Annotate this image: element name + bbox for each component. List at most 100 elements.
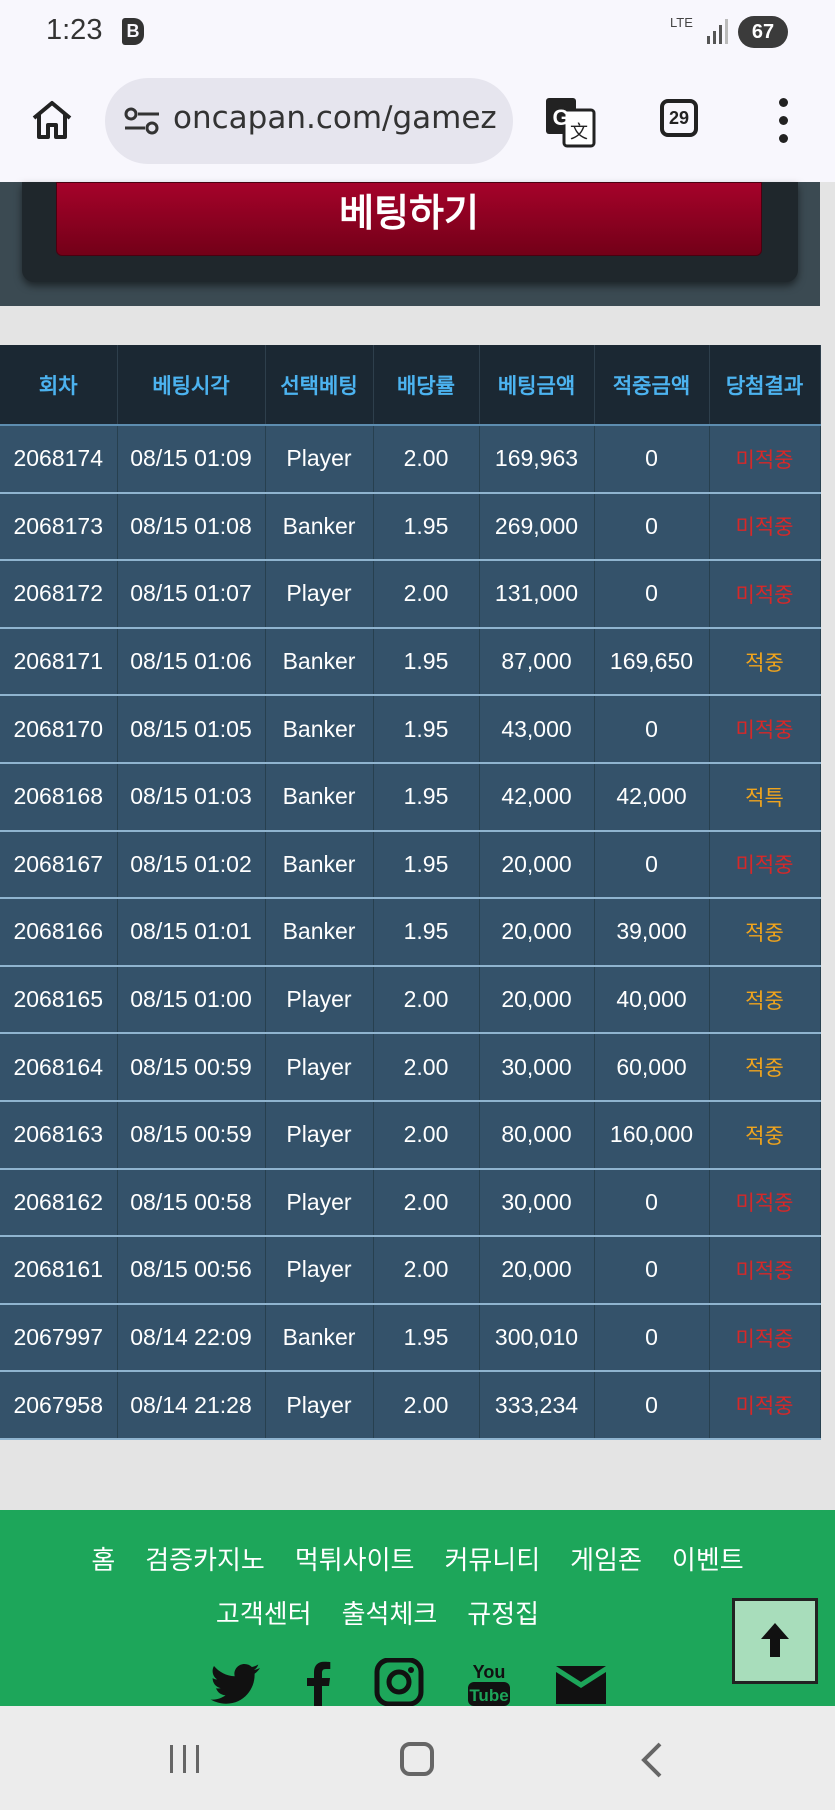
status-time: 1:23 — [46, 14, 103, 46]
system-home-icon[interactable] — [400, 1742, 434, 1776]
cell-bet-choice: Banker — [265, 1303, 374, 1373]
twitter-icon[interactable] — [210, 1658, 264, 1706]
column-header-round: 회차 — [0, 345, 118, 426]
cell-odds: 1.95 — [373, 830, 480, 900]
cell-bet-amount: 30,000 — [479, 1033, 595, 1102]
cell-odds: 2.00 — [373, 1100, 480, 1170]
cell-bet-time: 08/15 00:56 — [117, 1236, 266, 1305]
cell-odds: 1.95 — [373, 695, 480, 764]
email-icon[interactable] — [554, 1658, 608, 1706]
footer-nav-row1: 홈 검증카지노 먹튀사이트 커뮤니티 게임존 이벤트 — [0, 1540, 835, 1577]
column-header-result: 당첨결과 — [709, 345, 821, 426]
cell-bet-choice: Player — [265, 1100, 374, 1170]
cell-bet-choice: Banker — [265, 830, 374, 900]
cell-bet-choice: Player — [265, 1033, 374, 1102]
arrow-up-icon — [761, 1623, 789, 1657]
cell-round: 2068171 — [0, 627, 118, 697]
cell-odds: 2.00 — [373, 1033, 480, 1102]
footer-link[interactable]: 검증카지노 — [145, 1540, 265, 1577]
cell-odds: 1.95 — [373, 1303, 480, 1373]
table-row: 2068164 08/15 00:59 Player 2.00 30,000 60,000… — [0, 1033, 821, 1102]
column-header-bet-amount: 베팅금액 — [479, 345, 595, 426]
cell-round: 2067958 — [0, 1371, 118, 1440]
cell-odds: 2.00 — [373, 965, 480, 1035]
cell-bet-time: 08/15 01:08 — [117, 492, 266, 562]
cell-bet-time: 08/14 22:09 — [117, 1303, 266, 1373]
cell-bet-time: 08/15 00:58 — [117, 1168, 266, 1238]
cell-bet-time: 08/15 00:59 — [117, 1100, 266, 1170]
cell-bet-time: 08/15 01:09 — [117, 425, 266, 494]
cell-bet-amount: 269,000 — [479, 492, 595, 562]
system-navigation-bar — [0, 1706, 835, 1810]
cell-bet-amount: 42,000 — [479, 762, 595, 832]
column-header-bet-choice: 선택베팅 — [265, 345, 374, 426]
cell-win-amount: 40,000 — [594, 965, 710, 1035]
cell-round: 2067997 — [0, 1303, 118, 1373]
home-icon[interactable] — [30, 98, 74, 142]
tab-switcher-button[interactable]: 29 — [660, 99, 698, 137]
back-icon[interactable] — [640, 1742, 664, 1778]
site-settings-icon[interactable] — [123, 106, 161, 136]
table-row: 2067958 08/14 21:28 Player 2.00 333,234 0 미적중 — [0, 1371, 821, 1440]
cell-bet-amount: 300,010 — [479, 1303, 595, 1373]
cell-bet-choice: Player — [265, 1168, 374, 1238]
footer-link[interactable]: 고객센터 — [216, 1594, 312, 1631]
url-bar[interactable]: oncapan.com/gamez — [105, 78, 513, 164]
status-bar: 1:23 B LTE 67 — [0, 0, 835, 66]
footer-link[interactable]: 커뮤니티 — [444, 1540, 540, 1577]
cell-bet-amount: 30,000 — [479, 1168, 595, 1238]
cell-bet-time: 08/15 01:02 — [117, 830, 266, 900]
cell-result: 적중 — [709, 965, 821, 1035]
cell-bet-amount: 169,963 — [479, 425, 595, 494]
app-badge-icon: B — [122, 18, 144, 45]
scroll-to-top-button[interactable] — [732, 1598, 818, 1684]
cell-bet-choice: Player — [265, 560, 374, 629]
footer-link[interactable]: 이벤트 — [672, 1540, 744, 1577]
table-row: 2068161 08/15 00:56 Player 2.00 20,000 0 미적중 — [0, 1236, 821, 1305]
instagram-icon[interactable] — [372, 1658, 426, 1706]
url-text[interactable]: oncapan.com/gamez — [173, 100, 497, 136]
cell-result: 미적중 — [709, 560, 821, 629]
table-header-row: 회차 베팅시각 선택베팅 배당률 베팅금액 적중금액 당첨결과 — [0, 345, 821, 426]
bet-history-table: 회차 베팅시각 선택베팅 배당률 베팅금액 적중금액 당첨결과 2068174 08/15 0… — [0, 345, 821, 1440]
footer-link[interactable]: 게임존 — [570, 1540, 642, 1577]
cell-win-amount: 0 — [594, 1236, 710, 1305]
facebook-icon[interactable] — [292, 1658, 346, 1706]
cell-round: 2068164 — [0, 1033, 118, 1102]
cell-odds: 2.00 — [373, 1371, 480, 1440]
table-row: 2068171 08/15 01:06 Banker 1.95 87,000 169,65… — [0, 627, 821, 697]
cell-win-amount: 0 — [594, 830, 710, 900]
table-row: 2068172 08/15 01:07 Player 2.00 131,000 0 미적중 — [0, 560, 821, 629]
footer-link[interactable]: 출석체크 — [342, 1594, 438, 1631]
cell-win-amount: 0 — [594, 1303, 710, 1373]
cell-bet-amount: 87,000 — [479, 627, 595, 697]
svg-text:You: You — [473, 1662, 506, 1682]
footer: 홈 검증카지노 먹튀사이트 커뮤니티 게임존 이벤트 고객센터 출석체크 규정집 You Tu… — [0, 1510, 835, 1706]
cell-result: 미적중 — [709, 1303, 821, 1373]
recent-apps-icon[interactable] — [168, 1744, 202, 1774]
column-header-win-amount: 적중금액 — [594, 345, 710, 426]
cell-round: 2068168 — [0, 762, 118, 832]
cell-win-amount: 0 — [594, 695, 710, 764]
cell-result: 미적중 — [709, 425, 821, 494]
browser-toolbar: oncapan.com/gamez G 文 29 — [0, 66, 835, 182]
cell-round: 2068166 — [0, 898, 118, 967]
table-row: 2068167 08/15 01:02 Banker 1.95 20,000 0 미적중 — [0, 830, 821, 900]
translate-icon[interactable]: G 文 — [544, 96, 596, 148]
table-row: 2068168 08/15 01:03 Banker 1.95 42,000 42,000… — [0, 762, 821, 832]
cell-result: 적중 — [709, 627, 821, 697]
footer-link[interactable]: 홈 — [91, 1540, 115, 1577]
footer-link[interactable]: 먹튀사이트 — [295, 1540, 415, 1577]
cell-bet-choice: Banker — [265, 695, 374, 764]
place-bet-button[interactable]: 베팅하기 — [56, 182, 762, 256]
youtube-icon[interactable]: You Tube — [462, 1658, 516, 1706]
cell-win-amount: 42,000 — [594, 762, 710, 832]
table-row: 2068166 08/15 01:01 Banker 1.95 20,000 39,000… — [0, 898, 821, 967]
more-menu-icon[interactable] — [772, 96, 794, 146]
cell-result: 미적중 — [709, 1168, 821, 1238]
svg-text:G: G — [552, 105, 569, 130]
cell-result: 적중 — [709, 1100, 821, 1170]
cell-round: 2068170 — [0, 695, 118, 764]
footer-link[interactable]: 규정집 — [467, 1594, 539, 1631]
cell-result: 적중 — [709, 1033, 821, 1102]
